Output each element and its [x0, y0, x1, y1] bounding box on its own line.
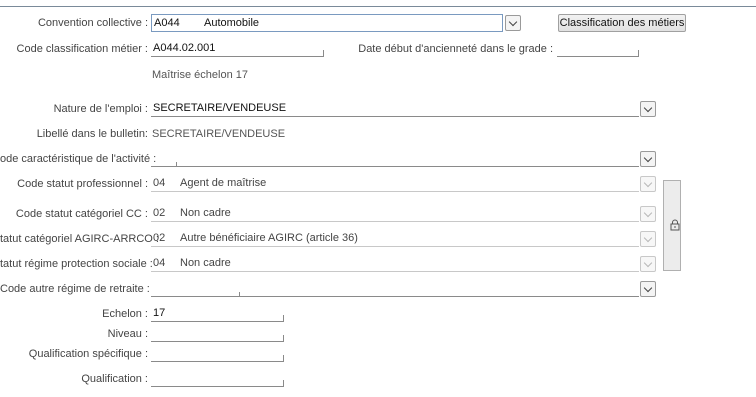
statut-cat-cc-dropdown[interactable] — [640, 206, 656, 222]
statut-pro-dropdown[interactable] — [640, 176, 656, 192]
field-tick — [323, 50, 324, 57]
nature-emploi-value: SECRETAIRE/VENDEUSE — [153, 102, 287, 114]
statut-cat-cc-code: 02 — [153, 207, 166, 219]
convention-combo[interactable]: A044 Automobile — [151, 14, 503, 32]
date-debut-field[interactable] — [557, 41, 639, 57]
lock-icon — [670, 219, 680, 231]
statut-pro-label: Code statut professionnel : — [17, 178, 148, 190]
qualif-specifique-field[interactable] — [151, 346, 284, 362]
statut-protection-code: 04 — [153, 257, 166, 269]
convention-name: Automobile — [204, 17, 260, 29]
statut-protection-combo[interactable]: 04 Non cadre — [151, 256, 639, 272]
classif-description: Maîtrise échelon 17 — [152, 69, 248, 81]
unlock-statut-button[interactable] — [663, 180, 681, 271]
classification-button[interactable]: Classification des métiers — [558, 14, 686, 32]
echelon-value: 17 — [153, 307, 166, 319]
nature-emploi-label: Nature de l'emploi : — [53, 103, 148, 115]
chevron-down-icon — [643, 258, 653, 267]
chevron-down-icon — [643, 103, 653, 112]
code-carac-dropdown[interactable] — [640, 151, 656, 167]
echelon-field[interactable]: 17 — [151, 306, 284, 322]
niveau-field[interactable] — [151, 326, 284, 342]
echelon-label: Echelon : — [102, 308, 148, 320]
statut-protection-dropdown[interactable] — [640, 256, 656, 272]
top-border — [0, 0, 756, 7]
libelle-bulletin-label: Libellé dans le bulletin: — [36, 128, 148, 140]
qualif-specifique-label: Qualification spécifique : — [28, 348, 148, 360]
chevron-down-icon — [643, 283, 653, 292]
field-tick — [638, 50, 639, 57]
date-debut-label: Date début d'ancienneté dans le grade : — [358, 43, 553, 55]
statut-agirc-label-value: Autre bénéficiaire AGIRC (article 36) — [180, 232, 358, 244]
autre-regime-label: Code autre régime de retraite : — [0, 283, 150, 295]
statut-agirc-combo[interactable]: 02 Autre bénéficiaire AGIRC (article 36) — [151, 231, 639, 247]
statut-pro-code: 04 — [153, 177, 166, 189]
convention-label: Convention collective : — [37, 17, 148, 29]
statut-agirc-code: 02 — [153, 232, 166, 244]
field-separator — [239, 292, 240, 297]
qualification-label: Qualification : — [81, 373, 148, 385]
autre-regime-combo[interactable] — [151, 281, 639, 297]
statut-cat-cc-combo[interactable]: 02 Non cadre — [151, 206, 639, 222]
chevron-down-icon — [508, 17, 518, 26]
niveau-label: Niveau : — [107, 328, 148, 340]
libelle-bulletin-value: SECRETAIRE/VENDEUSE — [152, 128, 286, 140]
chevron-down-icon — [643, 153, 653, 162]
field-tick — [283, 335, 284, 342]
nature-emploi-combo[interactable]: SECRETAIRE/VENDEUSE — [151, 101, 639, 117]
code-classif-value: A044.02.001 — [153, 42, 216, 54]
statut-protection-label: tatut régime protection sociale : — [0, 258, 153, 270]
code-classif-label: Code classification métier : — [16, 43, 148, 55]
statut-pro-combo[interactable]: 04 Agent de maîtrise — [151, 176, 639, 192]
convention-code: A044 — [154, 17, 180, 29]
nature-emploi-dropdown[interactable] — [640, 101, 656, 117]
autre-regime-dropdown[interactable] — [640, 281, 656, 297]
field-tick — [283, 355, 284, 362]
chevron-down-icon — [643, 208, 653, 217]
statut-protection-label-value: Non cadre — [180, 257, 231, 269]
statut-cat-cc-label: Code statut catégoriel CC : — [15, 208, 148, 220]
convention-dropdown[interactable] — [505, 15, 521, 31]
code-classif-field[interactable]: A044.02.001 — [151, 41, 324, 57]
field-separator — [176, 162, 177, 167]
statut-agirc-label: tatut catégoriel AGIRC-ARRCO : — [0, 233, 159, 245]
statut-pro-label-value: Agent de maîtrise — [180, 177, 267, 189]
qualification-field[interactable] — [151, 371, 284, 387]
code-carac-label: ode caractéristique de l'activité : — [0, 153, 157, 165]
field-tick — [283, 380, 284, 387]
chevron-down-icon — [643, 178, 653, 187]
field-tick — [283, 315, 284, 322]
statut-cat-cc-label-value: Non cadre — [180, 207, 231, 219]
code-carac-combo[interactable] — [151, 151, 639, 167]
statut-agirc-dropdown[interactable] — [640, 231, 656, 247]
chevron-down-icon — [643, 233, 653, 242]
